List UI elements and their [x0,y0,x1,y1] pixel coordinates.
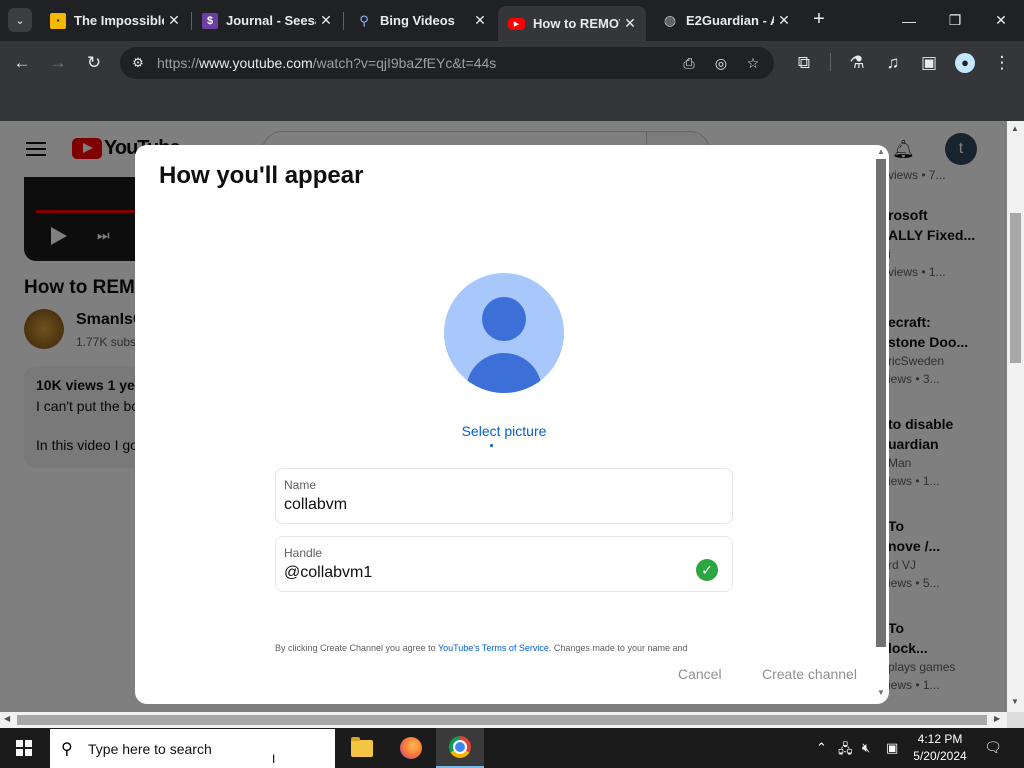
new-tab-plus-icon[interactable]: + [808,8,830,30]
dialog-scrollbar[interactable]: ▲ ▼ [876,145,889,704]
profile-icon[interactable]: ● [953,51,977,75]
search-placeholder: Type here to search [88,741,212,757]
name-value[interactable]: collabvm [284,496,347,514]
tab-title: E2Guardian - A [686,13,774,28]
volume-muted-icon[interactable]: 🔇︎ [862,740,870,756]
tab-e2guardian[interactable]: ◍ E2Guardian - A ✕ [652,0,800,41]
handle-value[interactable]: @collabvm1 [284,564,372,582]
handle-label: Handle [284,546,323,560]
close-window-icon[interactable]: ✕ [978,0,1024,41]
firefox-button[interactable] [387,728,435,768]
globe-favicon-icon: ◍ [663,12,677,28]
scroll-down-arrow-icon[interactable]: ▼ [877,688,885,697]
impossible-game-favicon-icon: ▪ [50,12,66,29]
create-channel-button[interactable]: Create channel [762,666,857,682]
folder-icon [351,736,373,757]
tab-seesaw[interactable]: $ Journal - Seesaw ✕ [192,0,342,41]
search-icon: ⚲ [61,741,73,758]
site-info-tune-icon[interactable]: ⚙ [130,55,146,71]
page-vertical-scrollbar[interactable]: ▲ ▼ [1007,121,1024,712]
seesaw-favicon-icon: $ [202,12,218,29]
tab-divider [343,12,344,30]
labs-flask-icon[interactable]: ⚗ [845,51,869,75]
terms-suffix: . Changes made to your name and [548,643,688,653]
browser-toolbar: ← → ↻ ⚙ https://www.youtube.com/watch?v=… [0,41,1024,85]
tab-bing-videos[interactable]: ⚲ Bing Videos ✕ [346,0,496,41]
close-tab-icon[interactable]: ✕ [164,12,184,29]
tab-search-chevron-icon[interactable]: ⌄ [8,8,32,32]
scroll-thumb[interactable] [17,715,987,725]
text-cursor-icon: I [272,752,276,766]
toolbar-divider [830,53,831,71]
tab-youtube-active[interactable]: ▶ How to REMOVE ✕ [498,6,646,41]
tab-impossible[interactable]: ▪ The Impossible ✕ [40,0,190,41]
file-explorer-button[interactable] [338,728,386,768]
install-app-icon[interactable]: ⎙ [680,54,698,72]
tab-title: Journal - Seesaw [226,13,316,28]
forward-arrow-icon[interactable]: → [46,51,70,75]
side-panel-icon[interactable]: ▣ [917,51,941,75]
clock-time: 4:12 PM [917,732,963,746]
page-horizontal-scrollbar[interactable]: ◀ ▶ [0,712,1007,728]
focus-dot [490,444,493,447]
create-channel-dialog: How you'll appear Select picture Name co… [135,145,889,704]
restore-icon[interactable]: ❐ [932,0,978,41]
url-text[interactable]: https://www.youtube.com/watch?v=qjI9baZf… [157,55,496,71]
cancel-button[interactable]: Cancel [678,666,722,682]
scroll-thumb[interactable] [1010,213,1021,363]
minimize-icon[interactable]: — [886,0,932,41]
close-tab-icon[interactable]: ✕ [620,15,640,32]
terms-prefix: By clicking Create Channel you agree to [275,643,438,653]
windows-taskbar: ⚲ Type here to search ⌃ 🖧︎ 🔇︎ ▣ 4:12 PM … [0,728,1024,768]
media-control-icon[interactable]: ♫ [881,51,905,75]
back-arrow-icon[interactable]: ← [10,51,34,75]
close-tab-icon[interactable]: ✕ [774,12,794,29]
dialog-title: How you'll appear [159,162,364,189]
windows-logo-icon [16,740,32,756]
close-tab-icon[interactable]: ✕ [316,12,336,29]
avatar-body [466,353,542,393]
default-avatar-icon[interactable] [444,273,564,393]
tab-title: The Impossible [74,13,164,28]
extensions-puzzle-icon[interactable]: ⧉ [792,51,816,75]
show-hidden-icons-chevron-icon[interactable]: ⌃ [816,740,827,756]
scroll-left-arrow-icon[interactable]: ◀ [4,714,10,723]
tab-title: Bing Videos [380,13,455,28]
tab-title: How to REMOVE [533,16,620,31]
check-circle-icon: ✓ [696,559,718,581]
network-icon[interactable]: 🖧︎ [838,740,853,762]
system-clock[interactable]: 4:12 PM 5/20/2024 [912,731,968,765]
terms-text: By clicking Create Channel you agree to … [275,643,687,653]
action-center-tray-icon[interactable]: ▣ [886,740,898,756]
scroll-right-arrow-icon[interactable]: ▶ [994,714,1000,723]
start-button[interactable] [0,728,48,768]
name-label: Name [284,478,317,492]
search-favicon-icon: ⚲ [359,12,369,28]
select-picture-link[interactable]: Select picture [445,423,563,439]
youtube-favicon-icon: ▶ [508,17,525,30]
name-field[interactable]: Name collabvm [275,468,733,524]
scroll-thumb[interactable] [876,159,886,647]
firefox-icon [400,737,422,759]
notifications-icon[interactable]: 🗨︎ [983,739,1003,757]
close-tab-icon[interactable]: ✕ [470,12,490,29]
chrome-icon [449,736,471,758]
scroll-down-arrow-icon[interactable]: ▼ [1011,697,1019,706]
avatar-head [482,297,526,341]
more-menu-icon[interactable]: ⋮ [990,51,1014,75]
browser-tab-strip: ⌄ ▪ The Impossible ✕ $ Journal - Seesaw … [0,0,1024,41]
bookmark-star-icon[interactable]: ☆ [744,54,762,72]
clock-date: 5/20/2024 [913,749,967,763]
taskbar-search-box[interactable]: ⚲ Type here to search [50,729,335,768]
handle-field[interactable]: Handle @collabvm1 ✓ [275,536,733,592]
address-bar[interactable]: ⚙ https://www.youtube.com/watch?v=qjI9ba… [120,47,774,79]
eye-slash-icon[interactable]: ◎ [712,54,730,72]
scrollbar-corner [1007,712,1024,728]
scroll-up-arrow-icon[interactable]: ▲ [877,147,885,156]
bookmarks-bar [0,85,1024,121]
scroll-up-arrow-icon[interactable]: ▲ [1011,124,1019,133]
terms-of-service-link[interactable]: YouTube's Terms of Service [438,643,549,653]
reload-icon[interactable]: ↻ [82,51,106,75]
chrome-button[interactable] [436,728,484,768]
